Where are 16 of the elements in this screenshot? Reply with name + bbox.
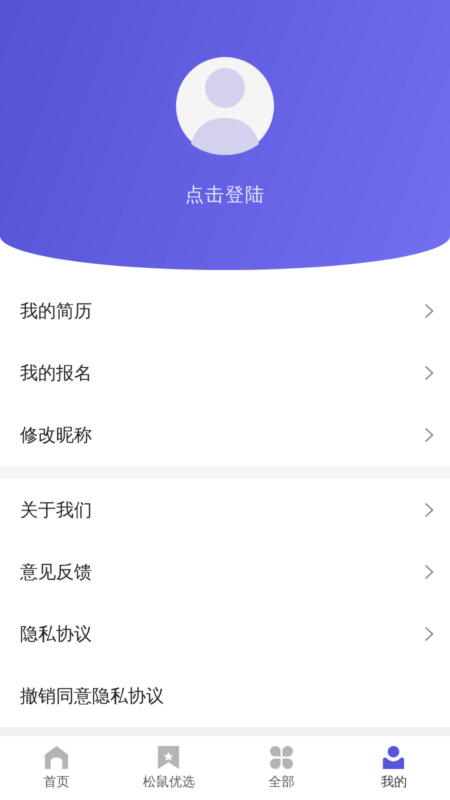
chevron-icon — [424, 303, 434, 319]
clover-icon — [268, 745, 294, 770]
chevron-icon — [424, 365, 434, 381]
tab-item[interactable]: 松鼠优选 — [112, 736, 225, 800]
chevron-icon — [424, 502, 434, 518]
tab-item[interactable]: 我的 — [338, 736, 450, 800]
tab-item[interactable]: 全部 — [225, 736, 338, 800]
person-icon — [381, 745, 406, 770]
chevron-icon — [424, 564, 434, 580]
login-link[interactable]: 点击登陆 — [185, 182, 265, 208]
chevron-icon — [424, 427, 434, 443]
home-icon — [44, 745, 69, 770]
bookmark-star-icon — [156, 745, 182, 770]
tab-item[interactable]: 首页 — [0, 736, 112, 800]
chevron-icon — [424, 626, 434, 642]
avatar-icon[interactable] — [176, 56, 274, 156]
